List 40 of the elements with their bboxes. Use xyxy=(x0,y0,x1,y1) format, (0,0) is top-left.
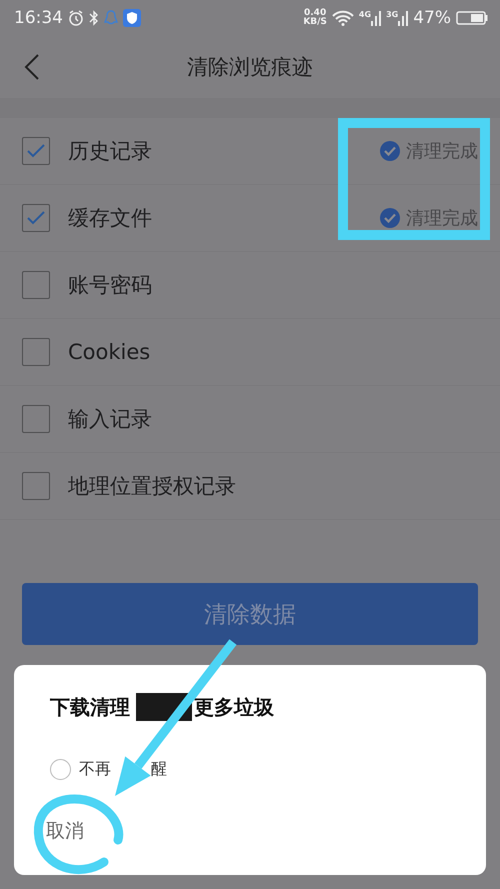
signal-icon xyxy=(398,10,408,26)
signal-icon xyxy=(371,10,382,26)
dialog-title: 下载清理 xyxy=(50,694,130,720)
wifi-icon xyxy=(332,10,354,26)
checkbox[interactable] xyxy=(22,271,50,299)
checkbox[interactable] xyxy=(22,338,50,366)
back-icon[interactable] xyxy=(24,54,40,80)
radio-button[interactable] xyxy=(50,759,71,780)
network-speed: 0.40 xyxy=(304,9,326,18)
checkmark-icon xyxy=(27,144,45,158)
option-label: 不再 xyxy=(79,759,111,780)
cancel-button[interactable]: 取消 xyxy=(46,818,84,844)
checkbox[interactable] xyxy=(22,405,50,433)
checkbox[interactable] xyxy=(22,137,50,165)
item-label: 历史记录 xyxy=(68,138,153,165)
shield-icon xyxy=(123,9,141,27)
network-type: 3G xyxy=(386,10,398,19)
page-title: 清除浏览痕迹 xyxy=(187,54,313,81)
item-label: Cookies xyxy=(68,340,152,364)
bluetooth-icon xyxy=(89,10,99,26)
app-icon xyxy=(104,10,118,26)
status-text: 清理完成 xyxy=(406,140,478,163)
battery-level: 47% xyxy=(413,8,451,28)
check-circle-icon xyxy=(380,141,400,161)
item-label: 输入记录 xyxy=(68,406,153,433)
battery-icon xyxy=(456,11,488,25)
item-label: 账号密码 xyxy=(68,272,153,299)
dialog-title: 更多垃圾 xyxy=(194,694,274,720)
network-type: 4G xyxy=(358,10,372,19)
item-label: 地理位置授权记录 xyxy=(68,473,237,500)
speed-unit: KB/S xyxy=(303,18,327,27)
status-text: 清理完成 xyxy=(406,207,478,230)
alarm-icon xyxy=(68,10,84,26)
option-label: 醒 xyxy=(151,759,167,780)
time: 16:34 xyxy=(14,8,63,28)
checkmark-icon xyxy=(27,211,45,225)
checkbox[interactable] xyxy=(22,472,50,500)
checkbox[interactable] xyxy=(22,204,50,232)
check-circle-icon xyxy=(380,208,400,228)
item-label: 缓存文件 xyxy=(68,205,153,232)
